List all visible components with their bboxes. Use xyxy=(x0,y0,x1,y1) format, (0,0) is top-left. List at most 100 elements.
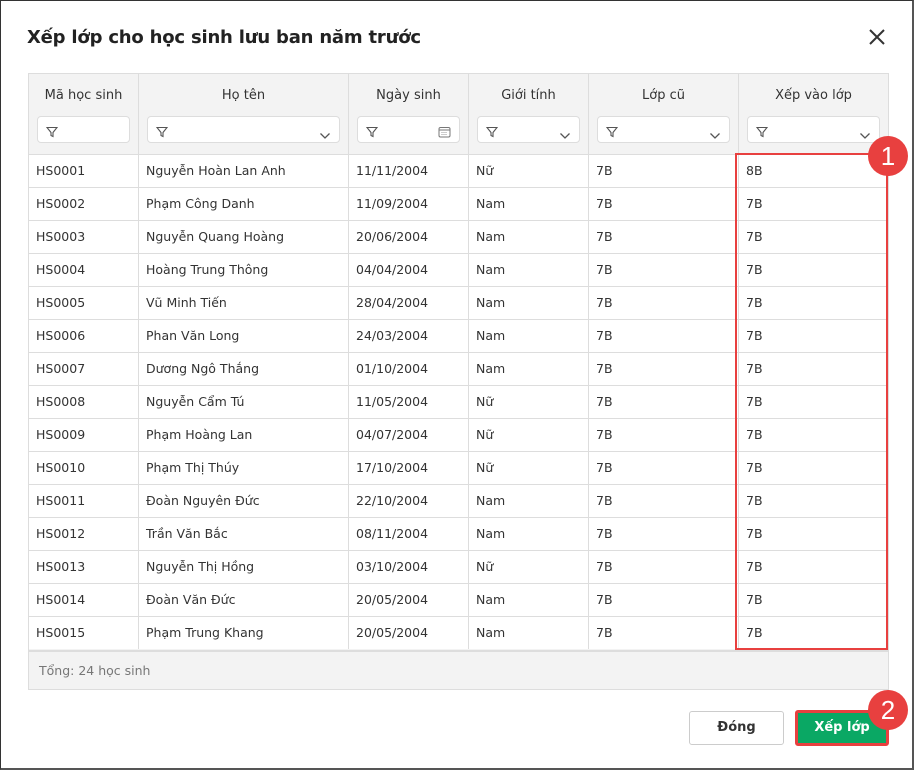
cell-full-name: Vũ Minh Tiến xyxy=(139,287,349,319)
cell-birth-date: 01/10/2004 xyxy=(349,353,469,385)
cell-old-class: 7B xyxy=(589,452,739,484)
cell-gender: Nữ xyxy=(469,452,589,484)
cell-birth-date: 17/10/2004 xyxy=(349,452,469,484)
cell-student-id: HS0013 xyxy=(29,551,139,583)
cell-student-id: HS0014 xyxy=(29,584,139,616)
filter-icon xyxy=(365,123,379,142)
cell-old-class: 7B xyxy=(589,320,739,352)
filter-icon xyxy=(755,123,769,142)
column-label: Họ tên xyxy=(221,88,266,103)
column-header-birth-date: Ngày sinh xyxy=(349,74,469,154)
cell-birth-date: 08/11/2004 xyxy=(349,518,469,550)
cell-gender: Nam xyxy=(469,287,589,319)
cell-old-class: 7B xyxy=(589,386,739,418)
filter-icon xyxy=(155,123,169,142)
cell-full-name: Trần Văn Bắc xyxy=(139,518,349,550)
cell-full-name: Phan Văn Long xyxy=(139,320,349,352)
cell-birth-date: 04/07/2004 xyxy=(349,419,469,451)
column-label: Ngày sinh xyxy=(376,88,441,103)
filter-icon xyxy=(45,123,59,142)
cell-gender: Nữ xyxy=(469,551,589,583)
column-label: Lớp cũ xyxy=(642,88,685,103)
cell-gender: Nữ xyxy=(469,419,589,451)
cell-full-name: Nguyễn Hoàn Lan Anh xyxy=(139,155,349,187)
cell-gender: Nam xyxy=(469,254,589,286)
cell-old-class: 7B xyxy=(589,287,739,319)
cell-student-id: HS0005 xyxy=(29,287,139,319)
column-header-full-name: Họ tên xyxy=(139,74,349,154)
cell-birth-date: 11/05/2004 xyxy=(349,386,469,418)
calendar-icon[interactable] xyxy=(438,123,451,142)
column-label: Xếp vào lớp xyxy=(775,88,852,103)
filter-icon xyxy=(605,123,619,142)
close-icon[interactable] xyxy=(865,25,889,49)
cell-old-class: 7B xyxy=(589,551,739,583)
close-button[interactable]: Đóng xyxy=(689,711,784,745)
cell-birth-date: 22/10/2004 xyxy=(349,485,469,517)
cell-gender: Nam xyxy=(469,353,589,385)
cell-full-name: Nguyễn Thị Hồng xyxy=(139,551,349,583)
column-label: Mã học sinh xyxy=(44,88,123,103)
chevron-down-icon[interactable] xyxy=(859,125,871,144)
cell-full-name: Phạm Công Danh xyxy=(139,188,349,220)
cell-old-class: 7B xyxy=(589,485,739,517)
chevron-down-icon[interactable] xyxy=(319,125,331,144)
cell-old-class: 7B xyxy=(589,419,739,451)
filter-student-id[interactable] xyxy=(37,116,130,143)
cell-gender: Nam xyxy=(469,221,589,253)
cell-gender: Nam xyxy=(469,584,589,616)
filter-old-class[interactable] xyxy=(597,116,730,143)
column-header-student-id: Mã học sinh xyxy=(29,74,139,154)
column-header-assign-class: Xếp vào lớp xyxy=(739,74,888,154)
dialog: Xếp lớp cho học sinh lưu ban năm trước M… xyxy=(0,0,914,770)
cell-old-class: 7B xyxy=(589,188,739,220)
cell-gender: Nam xyxy=(469,485,589,517)
cell-birth-date: 20/05/2004 xyxy=(349,584,469,616)
cell-student-id: HS0009 xyxy=(29,419,139,451)
cell-old-class: 7B xyxy=(589,518,739,550)
cell-gender: Nam xyxy=(469,617,589,649)
cell-birth-date: 24/03/2004 xyxy=(349,320,469,352)
cell-full-name: Nguyễn Quang Hoàng xyxy=(139,221,349,253)
cell-gender: Nam xyxy=(469,518,589,550)
filter-full-name[interactable] xyxy=(147,116,340,143)
total-count: Tổng: 24 học sinh xyxy=(29,650,888,689)
filter-assign-class[interactable] xyxy=(747,116,880,143)
cell-student-id: HS0007 xyxy=(29,353,139,385)
dialog-title: Xếp lớp cho học sinh lưu ban năm trước xyxy=(27,27,421,48)
column-header-old-class: Lớp cũ xyxy=(589,74,739,154)
cell-old-class: 7B xyxy=(589,221,739,253)
cell-full-name: Phạm Trung Khang xyxy=(139,617,349,649)
cell-full-name: Phạm Hoàng Lan xyxy=(139,419,349,451)
filter-gender[interactable] xyxy=(477,116,580,143)
chevron-down-icon[interactable] xyxy=(559,125,571,144)
cell-student-id: HS0012 xyxy=(29,518,139,550)
table-header: Mã học sinh Họ tên Ngày sinh Giới tính Lớp c… xyxy=(29,74,888,154)
cell-student-id: HS0004 xyxy=(29,254,139,286)
cell-birth-date: 20/05/2004 xyxy=(349,617,469,649)
filter-icon xyxy=(485,123,499,142)
cell-full-name: Đoàn Văn Đức xyxy=(139,584,349,616)
column-header-gender: Giới tính xyxy=(469,74,589,154)
chevron-down-icon[interactable] xyxy=(709,125,721,144)
cell-full-name: Nguyễn Cẩm Tú xyxy=(139,386,349,418)
cell-full-name: Phạm Thị Thúy xyxy=(139,452,349,484)
cell-old-class: 7B xyxy=(589,584,739,616)
cell-gender: Nữ xyxy=(469,155,589,187)
cell-student-id: HS0003 xyxy=(29,221,139,253)
cell-birth-date: 11/11/2004 xyxy=(349,155,469,187)
annotation-badge-1: 1 xyxy=(868,136,908,176)
cell-birth-date: 28/04/2004 xyxy=(349,287,469,319)
cell-full-name: Hoàng Trung Thông xyxy=(139,254,349,286)
cell-student-id: HS0001 xyxy=(29,155,139,187)
cell-student-id: HS0006 xyxy=(29,320,139,352)
cell-full-name: Đoàn Nguyên Đức xyxy=(139,485,349,517)
cell-birth-date: 11/09/2004 xyxy=(349,188,469,220)
filter-birth-date[interactable] xyxy=(357,116,460,143)
cell-old-class: 7B xyxy=(589,254,739,286)
cell-student-id: HS0015 xyxy=(29,617,139,649)
column-label: Giới tính xyxy=(501,88,556,103)
cell-old-class: 7B xyxy=(589,155,739,187)
cell-gender: Nam xyxy=(469,188,589,220)
assign-column-highlight xyxy=(735,153,888,650)
